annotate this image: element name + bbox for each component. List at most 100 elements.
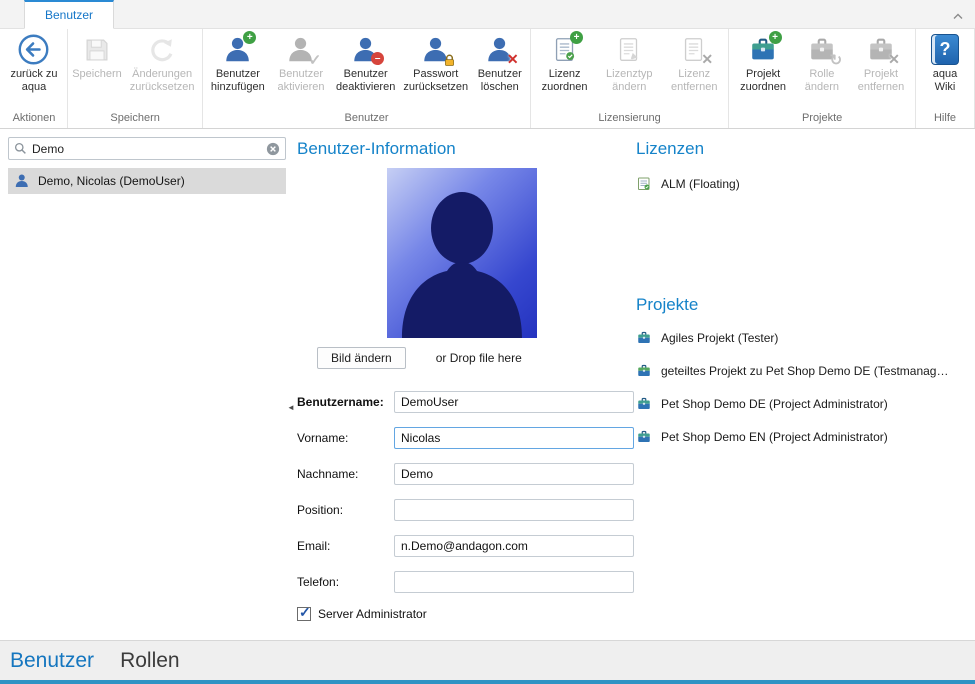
license-icon	[636, 176, 652, 192]
user-search-box	[8, 137, 286, 160]
save-icon	[80, 33, 113, 66]
projects-title: Projekte	[636, 295, 972, 315]
projects-list: Agiles Projekt (Tester) geteiltes Projek…	[636, 327, 972, 448]
aqua-wiki-button[interactable]: aqua Wiki	[918, 30, 972, 93]
position-field[interactable]	[394, 499, 634, 521]
assign-license-button[interactable]: + Lizenz zuordnen	[533, 30, 597, 93]
ribbon-group-hilfe: aqua Wiki Hilfe	[916, 29, 975, 128]
save-button[interactable]: Speichern	[70, 30, 124, 81]
reset-changes-button[interactable]: Änderungen zurücksetzen	[124, 30, 200, 93]
wiki-icon	[929, 33, 962, 66]
change-role-button[interactable]: ↻ Rolle ändern	[795, 30, 849, 93]
button-label: Speichern	[72, 68, 122, 81]
vorname-field[interactable]	[394, 427, 634, 449]
user-lock-icon	[419, 33, 452, 66]
group-label-hilfe: Hilfe	[918, 110, 972, 128]
collapse-panel-arrow[interactable]: ◄	[287, 403, 295, 412]
lock-badge-icon	[443, 54, 456, 67]
bottom-nav: Benutzer Rollen	[0, 640, 975, 680]
x-badge-icon: ✕	[701, 53, 714, 66]
delete-user-button[interactable]: ✕ Benutzer löschen	[472, 30, 528, 93]
project-item-label: Pet Shop Demo EN (Project Administrator)	[661, 430, 888, 444]
plus-badge-icon: +	[243, 31, 256, 44]
button-label: zurück zu aqua	[7, 68, 61, 93]
project-item-label: Pet Shop Demo DE (Project Administrator)	[661, 397, 888, 411]
reset-password-button[interactable]: Passwort zurücksetzen	[400, 30, 472, 93]
user-delete-icon: ✕	[483, 33, 516, 66]
add-user-button[interactable]: + Benutzer hinzufügen	[205, 30, 270, 93]
change-license-type-button[interactable]: Lizenztyp ändern	[596, 30, 662, 93]
activate-user-button[interactable]: ✓ Benutzer aktivieren	[270, 30, 331, 93]
bottom-tab-benutzer[interactable]: Benutzer	[10, 649, 94, 673]
benutzername-field[interactable]	[394, 391, 634, 413]
refresh-badge-icon: ↻	[829, 54, 842, 67]
ribbon-group-lizensierung: + Lizenz zuordnen Lizenztyp ändern ✕ Liz…	[531, 29, 729, 128]
user-list-item-label: Demo, Nicolas (DemoUser)	[38, 174, 185, 188]
project-remove-icon: ✕	[864, 33, 897, 66]
licenses-list: ALM (Floating)	[636, 173, 972, 195]
briefcase-icon	[636, 429, 652, 445]
user-add-icon: +	[221, 33, 254, 66]
remove-license-button[interactable]: ✕ Lizenz entfernen	[662, 30, 726, 93]
project-item-label: Agiles Projekt (Tester)	[661, 331, 778, 345]
change-image-button[interactable]: Bild ändern	[317, 347, 406, 369]
field-label-benutzername: Benutzername:	[297, 395, 394, 409]
button-label: Passwort zurücksetzen	[403, 68, 468, 93]
button-label: Benutzer löschen	[476, 68, 524, 93]
button-label: Änderungen zurücksetzen	[128, 68, 196, 93]
telefon-field[interactable]	[394, 571, 634, 593]
button-label: Lizenztyp ändern	[600, 68, 658, 93]
check-badge-icon: ✓	[308, 54, 321, 67]
nachname-field[interactable]	[394, 463, 634, 485]
x-badge-icon: ✕	[887, 53, 900, 66]
license-item[interactable]: ALM (Floating)	[636, 173, 972, 195]
remove-project-button[interactable]: ✕ Projekt entfernen	[849, 30, 913, 93]
ribbon: zurück zu aqua Aktionen Speichern Änderu…	[0, 29, 975, 129]
field-label-position: Position:	[297, 503, 394, 517]
profile-image[interactable]	[387, 168, 537, 338]
server-admin-checkbox[interactable]	[297, 607, 311, 621]
user-icon	[14, 173, 30, 189]
search-icon	[14, 142, 27, 155]
ribbon-group-benutzer: + Benutzer hinzufügen ✓ Benutzer aktivie…	[203, 29, 530, 128]
server-admin-label: Server Administrator	[318, 607, 427, 621]
user-search-input[interactable]	[32, 142, 261, 156]
briefcase-icon	[636, 396, 652, 412]
assign-project-button[interactable]: + Projekt zuordnen	[731, 30, 795, 93]
project-item[interactable]: Agiles Projekt (Tester)	[636, 327, 972, 349]
back-to-aqua-button[interactable]: zurück zu aqua	[3, 30, 65, 93]
project-item[interactable]: Pet Shop Demo DE (Project Administrator)	[636, 393, 972, 415]
clear-search-icon[interactable]	[266, 142, 280, 156]
project-add-icon: +	[747, 33, 780, 66]
user-info-title: Benutzer-Information	[297, 139, 634, 159]
licenses-projects-panel: Lizenzen ALM (Floating) Projekte Agiles …	[636, 139, 972, 459]
x-badge-icon: ✕	[506, 53, 519, 66]
user-check-icon: ✓	[284, 33, 317, 66]
minus-badge-icon: –	[371, 52, 384, 65]
project-item-label: geteiltes Projekt zu Pet Shop Demo DE (T…	[661, 364, 948, 378]
collapse-ribbon-icon[interactable]	[952, 7, 968, 23]
license-add-icon: +	[548, 33, 581, 66]
window-edge	[0, 680, 975, 684]
project-item[interactable]: Pet Shop Demo EN (Project Administrator)	[636, 426, 972, 448]
user-form: Benutzername: Vorname: Nachname: Positio…	[297, 391, 634, 621]
person-silhouette-icon	[387, 168, 537, 338]
tab-benutzer[interactable]: Benutzer	[24, 0, 114, 29]
bottom-tab-rollen[interactable]: Rollen	[120, 649, 180, 673]
license-edit-icon	[613, 33, 646, 66]
group-label-projekte: Projekte	[731, 110, 913, 128]
button-label: Projekt zuordnen	[735, 68, 791, 93]
ribbon-group-projekte: + Projekt zuordnen ↻ Rolle ändern ✕	[729, 29, 916, 128]
deactivate-user-button[interactable]: – Benutzer deaktivieren	[332, 30, 400, 93]
project-item[interactable]: geteiltes Projekt zu Pet Shop Demo DE (T…	[636, 360, 972, 382]
group-label-aktionen: Aktionen	[3, 110, 65, 128]
button-label: Lizenz entfernen	[666, 68, 722, 93]
button-label: aqua Wiki	[922, 68, 968, 93]
undo-icon	[146, 33, 179, 66]
button-label: Rolle ändern	[799, 68, 845, 93]
main-content: Demo, Nicolas (DemoUser) ◄ Benutzer-Info…	[0, 129, 975, 640]
button-label: Benutzer deaktivieren	[336, 68, 396, 93]
user-list-item[interactable]: Demo, Nicolas (DemoUser)	[8, 168, 286, 194]
email-field[interactable]	[394, 535, 634, 557]
licenses-title: Lizenzen	[636, 139, 972, 159]
